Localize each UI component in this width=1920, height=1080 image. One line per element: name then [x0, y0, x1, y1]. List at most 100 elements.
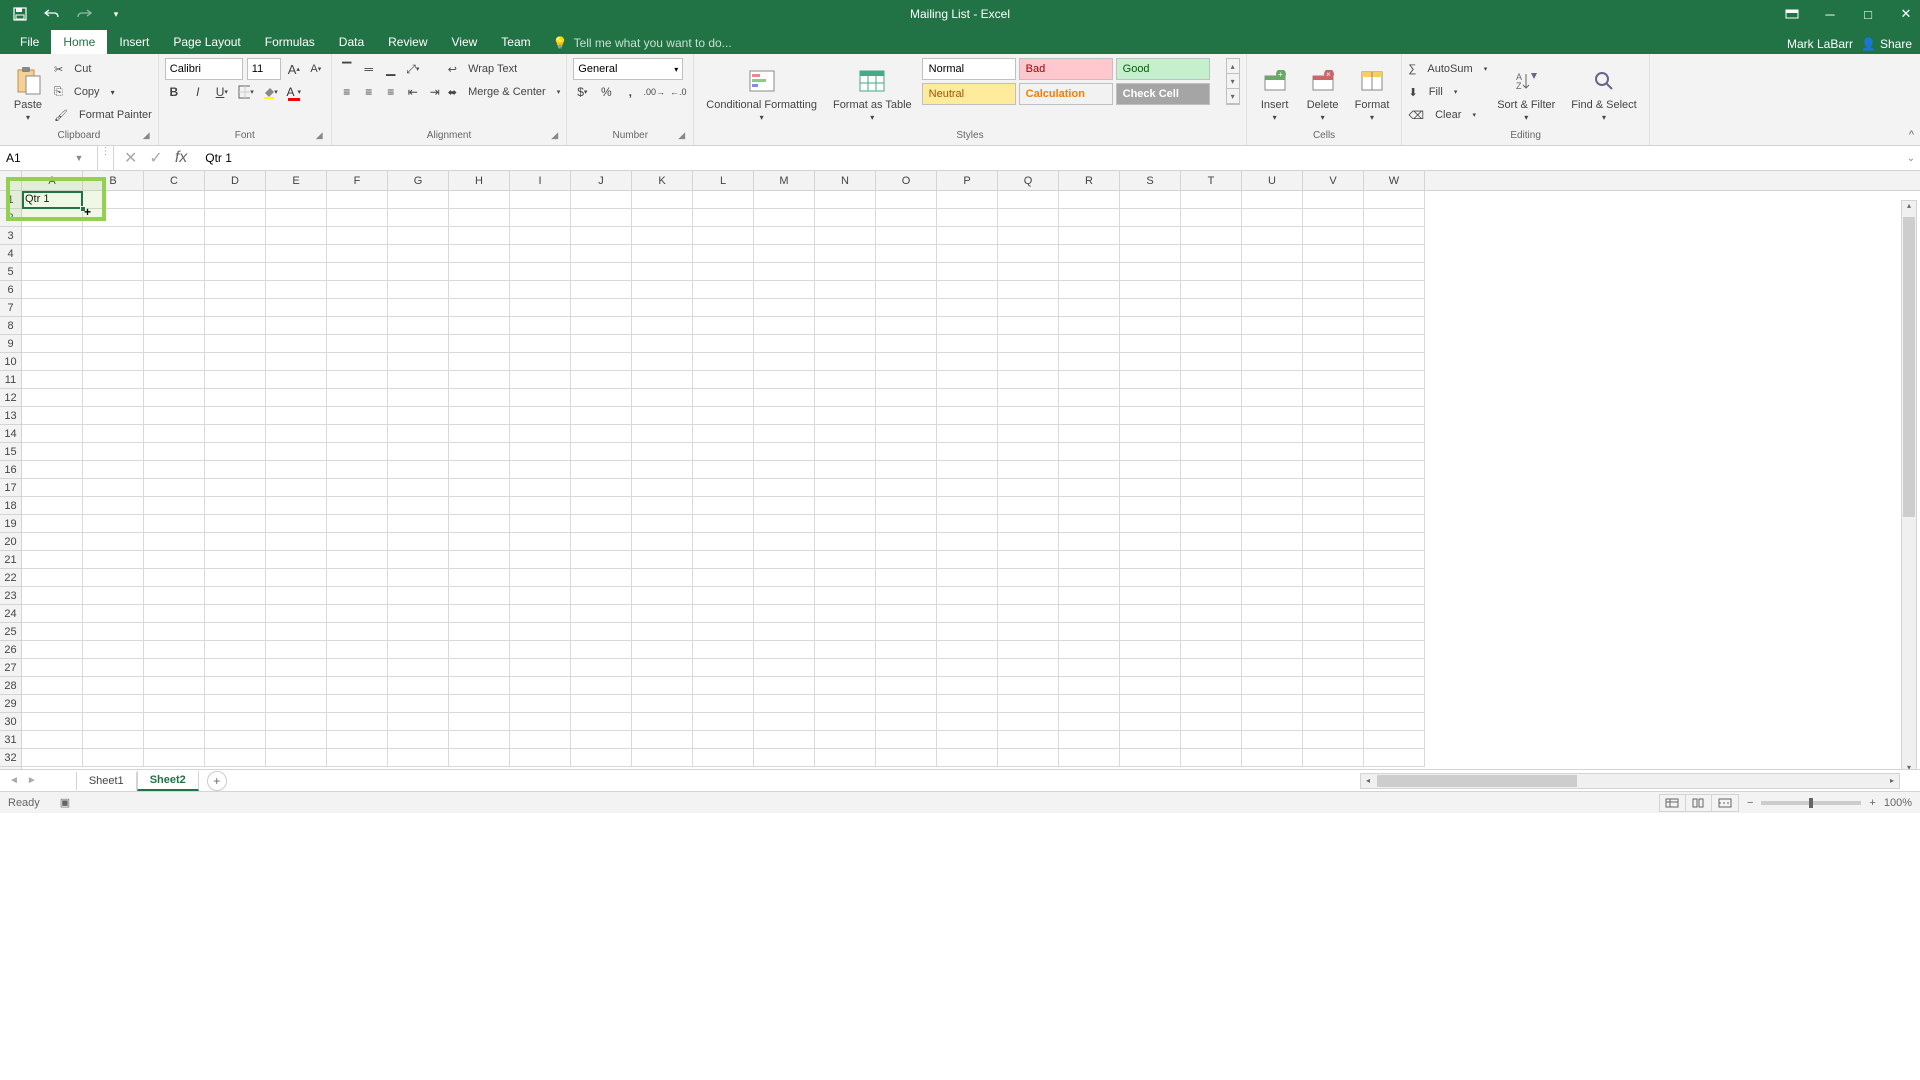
cell-B9[interactable]: [83, 335, 144, 353]
cell-N27[interactable]: [815, 659, 876, 677]
column-header-W[interactable]: W: [1364, 171, 1425, 190]
cell-C26[interactable]: [144, 641, 205, 659]
cell-H13[interactable]: [449, 407, 510, 425]
cell-N9[interactable]: [815, 335, 876, 353]
percent-format-icon[interactable]: %: [597, 83, 615, 101]
cell-R8[interactable]: [1059, 317, 1120, 335]
cell-F12[interactable]: [327, 389, 388, 407]
row-header-12[interactable]: 12: [0, 389, 21, 407]
cell-E7[interactable]: [266, 299, 327, 317]
cell-R30[interactable]: [1059, 713, 1120, 731]
cell-Q9[interactable]: [998, 335, 1059, 353]
cell-P1[interactable]: [937, 191, 998, 209]
cell-H8[interactable]: [449, 317, 510, 335]
cell-T8[interactable]: [1181, 317, 1242, 335]
cell-Q12[interactable]: [998, 389, 1059, 407]
cell-T13[interactable]: [1181, 407, 1242, 425]
cell-O30[interactable]: [876, 713, 937, 731]
cell-A19[interactable]: [22, 515, 83, 533]
cell-N21[interactable]: [815, 551, 876, 569]
cell-F28[interactable]: [327, 677, 388, 695]
cell-K32[interactable]: [632, 749, 693, 767]
cell-T10[interactable]: [1181, 353, 1242, 371]
cell-H28[interactable]: [449, 677, 510, 695]
tab-formulas[interactable]: Formulas: [253, 30, 327, 54]
cell-F25[interactable]: [327, 623, 388, 641]
cell-S5[interactable]: [1120, 263, 1181, 281]
cell-E17[interactable]: [266, 479, 327, 497]
cell-B2[interactable]: [83, 209, 144, 227]
cell-V20[interactable]: [1303, 533, 1364, 551]
cell-B22[interactable]: [83, 569, 144, 587]
column-header-K[interactable]: K: [632, 171, 693, 190]
cell-S21[interactable]: [1120, 551, 1181, 569]
cell-U3[interactable]: [1242, 227, 1303, 245]
cell-C3[interactable]: [144, 227, 205, 245]
cell-P24[interactable]: [937, 605, 998, 623]
cell-H32[interactable]: [449, 749, 510, 767]
cell-O22[interactable]: [876, 569, 937, 587]
cell-U5[interactable]: [1242, 263, 1303, 281]
cell-U1[interactable]: [1242, 191, 1303, 209]
scroll-thumb-h[interactable]: [1377, 775, 1577, 787]
column-header-A[interactable]: A: [22, 171, 83, 190]
cell-W31[interactable]: [1364, 731, 1425, 749]
cell-U25[interactable]: [1242, 623, 1303, 641]
cell-W17[interactable]: [1364, 479, 1425, 497]
cell-R18[interactable]: [1059, 497, 1120, 515]
row-header-16[interactable]: 16: [0, 461, 21, 479]
cell-Q26[interactable]: [998, 641, 1059, 659]
name-box-input[interactable]: [0, 151, 72, 165]
cell-M16[interactable]: [754, 461, 815, 479]
cell-W9[interactable]: [1364, 335, 1425, 353]
cell-E4[interactable]: [266, 245, 327, 263]
cell-V13[interactable]: [1303, 407, 1364, 425]
cell-U6[interactable]: [1242, 281, 1303, 299]
cell-Q3[interactable]: [998, 227, 1059, 245]
cell-T24[interactable]: [1181, 605, 1242, 623]
font-color-button[interactable]: A▾: [285, 83, 303, 101]
cell-T31[interactable]: [1181, 731, 1242, 749]
cell-C8[interactable]: [144, 317, 205, 335]
cell-B13[interactable]: [83, 407, 144, 425]
name-box-dropdown-icon[interactable]: ▼: [72, 153, 86, 163]
cell-R4[interactable]: [1059, 245, 1120, 263]
cell-C10[interactable]: [144, 353, 205, 371]
cell-C7[interactable]: [144, 299, 205, 317]
cell-D6[interactable]: [205, 281, 266, 299]
cell-Q16[interactable]: [998, 461, 1059, 479]
cell-O17[interactable]: [876, 479, 937, 497]
cell-N5[interactable]: [815, 263, 876, 281]
cell-A13[interactable]: [22, 407, 83, 425]
alignment-dialog-launcher[interactable]: ◢: [551, 130, 563, 142]
column-header-I[interactable]: I: [510, 171, 571, 190]
scroll-right-icon[interactable]: ▸: [1885, 776, 1899, 785]
cell-R12[interactable]: [1059, 389, 1120, 407]
tab-review[interactable]: Review: [376, 30, 439, 54]
cell-Q5[interactable]: [998, 263, 1059, 281]
fx-icon[interactable]: fx: [175, 149, 187, 167]
cell-L23[interactable]: [693, 587, 754, 605]
cell-G29[interactable]: [388, 695, 449, 713]
cell-D8[interactable]: [205, 317, 266, 335]
cell-S7[interactable]: [1120, 299, 1181, 317]
cell-U7[interactable]: [1242, 299, 1303, 317]
cell-V1[interactable]: [1303, 191, 1364, 209]
page-layout-view-icon[interactable]: [1686, 795, 1712, 811]
column-header-Q[interactable]: Q: [998, 171, 1059, 190]
cell-K5[interactable]: [632, 263, 693, 281]
cell-T17[interactable]: [1181, 479, 1242, 497]
cell-W32[interactable]: [1364, 749, 1425, 767]
cell-I15[interactable]: [510, 443, 571, 461]
cell-Q28[interactable]: [998, 677, 1059, 695]
cell-S13[interactable]: [1120, 407, 1181, 425]
cell-K2[interactable]: [632, 209, 693, 227]
cell-J9[interactable]: [571, 335, 632, 353]
column-header-J[interactable]: J: [571, 171, 632, 190]
zoom-slider[interactable]: [1761, 801, 1861, 805]
cell-N11[interactable]: [815, 371, 876, 389]
cell-D30[interactable]: [205, 713, 266, 731]
cell-F7[interactable]: [327, 299, 388, 317]
cell-H7[interactable]: [449, 299, 510, 317]
column-header-T[interactable]: T: [1181, 171, 1242, 190]
